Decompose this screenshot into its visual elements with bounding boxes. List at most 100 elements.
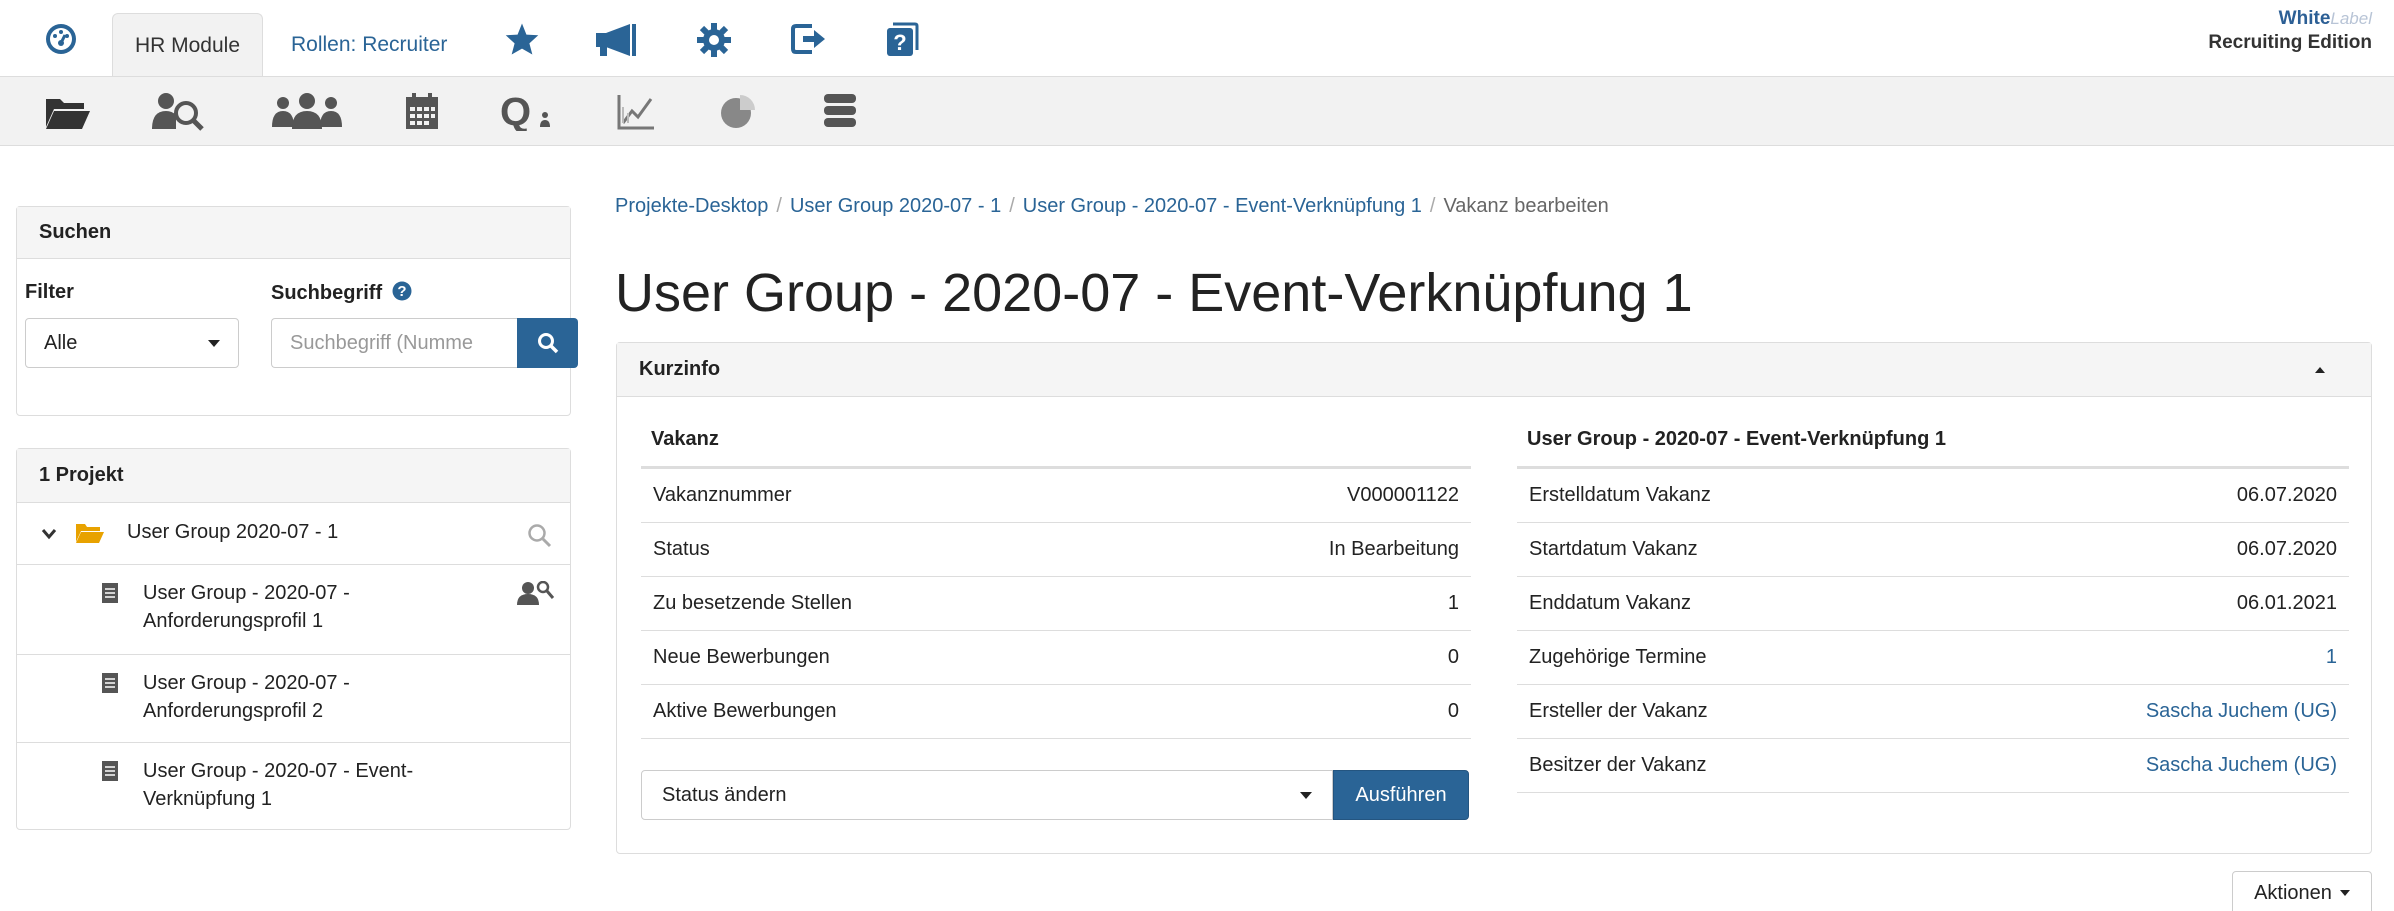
- row-value: V000001122: [1347, 484, 1459, 506]
- row-label: Startdatum Vakanz: [1529, 538, 1698, 560]
- table-row: Erstelldatum Vakanz 06.07.2020: [1517, 469, 2349, 523]
- row-label: Enddatum Vakanz: [1529, 592, 1691, 614]
- chevron-down-icon: [2339, 890, 2350, 896]
- chevron-up-icon[interactable]: [2315, 366, 2325, 373]
- execute-button[interactable]: Ausführen: [1333, 770, 1469, 820]
- row-label: Erstelldatum Vakanz: [1529, 484, 1711, 506]
- row-value: 1: [1447, 592, 1459, 614]
- logout-icon[interactable]: [790, 22, 828, 56]
- filter-select[interactable]: Alle: [25, 318, 239, 368]
- breadcrumb-link[interactable]: Projekte-Desktop: [615, 195, 768, 217]
- tree-item[interactable]: User Group - 2020-07 - Anforderungsprofil…: [17, 655, 570, 743]
- pie-chart-icon[interactable]: [718, 93, 758, 131]
- help-icon[interactable]: ?: [885, 22, 919, 58]
- breadcrumb-link[interactable]: User Group 2020-07 - 1: [790, 195, 1001, 217]
- actions-dropdown-button[interactable]: Aktionen: [2232, 871, 2372, 911]
- tree-item-label: User Group - 2020-07 - Anforderungsprofil…: [143, 672, 350, 722]
- brand-label: Label: [2330, 9, 2372, 28]
- breadcrumb-link[interactable]: User Group - 2020-07 - Event-Verknüpfung…: [1023, 195, 1422, 217]
- table-row: Zugehörige Termine 1: [1517, 631, 2349, 685]
- tree-item-label: User Group - 2020-07 - Event- Verknüpfung…: [143, 760, 414, 810]
- row-value: 06.07.2020: [2236, 538, 2337, 560]
- brand-white: White: [2278, 8, 2331, 29]
- row-label: Besitzer der Vakanz: [1529, 754, 1707, 776]
- svg-text:?: ?: [893, 30, 906, 55]
- users-icon[interactable]: [270, 93, 344, 131]
- row-value: In Bearbeitung: [1328, 538, 1459, 560]
- chevron-down-icon: [208, 339, 220, 347]
- table-row: Status In Bearbeitung: [641, 523, 1471, 577]
- search-input[interactable]: Suchbegriff (Numme: [271, 318, 517, 368]
- tree-item[interactable]: User Group - 2020-07 - Event- Verknüpfung…: [17, 743, 570, 829]
- tree-item[interactable]: User Group - 2020-07 - Anforderungsprofil…: [17, 565, 570, 655]
- table-row: Aktive Bewerbungen 0: [641, 685, 1471, 739]
- appointments-link[interactable]: 1: [2326, 646, 2337, 669]
- table-row: Ersteller der Vakanz Sascha Juchem (UG): [1517, 685, 2349, 739]
- assign-person-icon[interactable]: [517, 581, 555, 605]
- svg-text:Q: Q: [500, 91, 531, 131]
- q-query-icon[interactable]: Q: [500, 91, 556, 131]
- table-row: Besitzer der Vakanz Sascha Juchem (UG): [1517, 739, 2349, 793]
- owner-link[interactable]: Sascha Juchem (UG): [2146, 754, 2337, 777]
- table-row: Neue Bewerbungen 0: [641, 631, 1471, 685]
- tree-item-label: User Group - 2020-07 - Anforderungsprofil…: [143, 582, 350, 632]
- top-navbar: HR Module Rollen: Recruiter ? WhiteLabel…: [0, 0, 2394, 77]
- gear-icon[interactable]: [696, 22, 732, 58]
- table-row: Vakanznummer V000001122: [641, 469, 1471, 523]
- document-icon: [101, 672, 119, 694]
- row-label: Ersteller der Vakanz: [1529, 700, 1708, 722]
- brand-edition: Recruiting Edition: [2208, 32, 2372, 53]
- search-panel: Suchen Filter Suchbegriff ? Alle Suchbeg…: [16, 206, 578, 416]
- filter-select-value: Alle: [44, 331, 78, 354]
- project-panel-title: 1 Projekt: [17, 449, 570, 503]
- tab-hr-module[interactable]: HR Module: [112, 13, 263, 77]
- search-icon[interactable]: [527, 523, 553, 549]
- breadcrumb-separator: /: [1009, 195, 1015, 217]
- vacancy-table-header: Vakanz: [641, 413, 1471, 469]
- breadcrumb: Projekte-Desktop / User Group 2020-07 - 1 /…: [615, 195, 1609, 218]
- folder-open-icon[interactable]: [44, 95, 92, 131]
- row-label: Zu besetzende Stellen: [653, 592, 853, 614]
- tree-root-label: User Group 2020-07 - 1: [127, 521, 339, 543]
- row-value: 0: [1447, 646, 1459, 668]
- project-tree-panel: 1 Projekt User Group 2020-07 - 1 User Gr…: [16, 448, 571, 830]
- tree-root-item[interactable]: User Group 2020-07 - 1: [17, 503, 570, 565]
- svg-text:?: ?: [397, 283, 406, 300]
- search-button[interactable]: [517, 318, 578, 368]
- table-row: Enddatum Vakanz 06.01.2021: [1517, 577, 2349, 631]
- document-icon: [101, 582, 119, 604]
- row-label: Status: [653, 538, 710, 560]
- table-row: Zu besetzende Stellen 1: [641, 577, 1471, 631]
- breadcrumb-separator: /: [1429, 195, 1436, 217]
- tab-roles[interactable]: Rollen: Recruiter: [291, 13, 447, 77]
- folder-open-icon: [75, 522, 105, 544]
- vacancy-detail-header: User Group - 2020-07 - Event-Verknüpfung…: [1517, 413, 2349, 469]
- search-term-label: Suchbegriff ?: [271, 281, 412, 305]
- table-row: Startdatum Vakanz 06.07.2020: [1517, 523, 2349, 577]
- search-person-icon[interactable]: [152, 91, 206, 131]
- chevron-down-icon: [1300, 791, 1312, 799]
- actions-label: Aktionen: [2254, 881, 2332, 904]
- megaphone-icon[interactable]: [594, 22, 638, 58]
- calendar-icon[interactable]: [404, 91, 440, 131]
- status-change-select[interactable]: Status ändern: [641, 770, 1333, 820]
- vacancy-table: Vakanz Vakanznummer V000001122 Status In B…: [641, 413, 1471, 739]
- row-label: Zugehörige Termine: [1529, 646, 1707, 668]
- chart-line-icon[interactable]: [616, 93, 656, 131]
- module-toolbar: Q: [0, 76, 2394, 146]
- chevron-down-icon[interactable]: [41, 528, 57, 540]
- breadcrumb-separator: /: [776, 195, 782, 217]
- filter-label: Filter: [25, 281, 74, 303]
- row-label: Vakanznummer: [653, 484, 792, 506]
- database-icon[interactable]: [822, 91, 858, 131]
- vacancy-detail-table: User Group - 2020-07 - Event-Verknüpfung…: [1517, 413, 2349, 793]
- star-icon[interactable]: [504, 22, 540, 56]
- help-circle-icon[interactable]: ?: [392, 281, 412, 301]
- search-icon: [537, 333, 558, 354]
- row-value: 0: [1447, 700, 1459, 722]
- status-select-value: Status ändern: [662, 783, 787, 806]
- kurzinfo-header[interactable]: Kurzinfo: [617, 343, 2371, 397]
- dashboard-icon[interactable]: [44, 22, 78, 56]
- creator-link[interactable]: Sascha Juchem (UG): [2146, 700, 2337, 723]
- row-value: 06.01.2021: [2236, 592, 2337, 614]
